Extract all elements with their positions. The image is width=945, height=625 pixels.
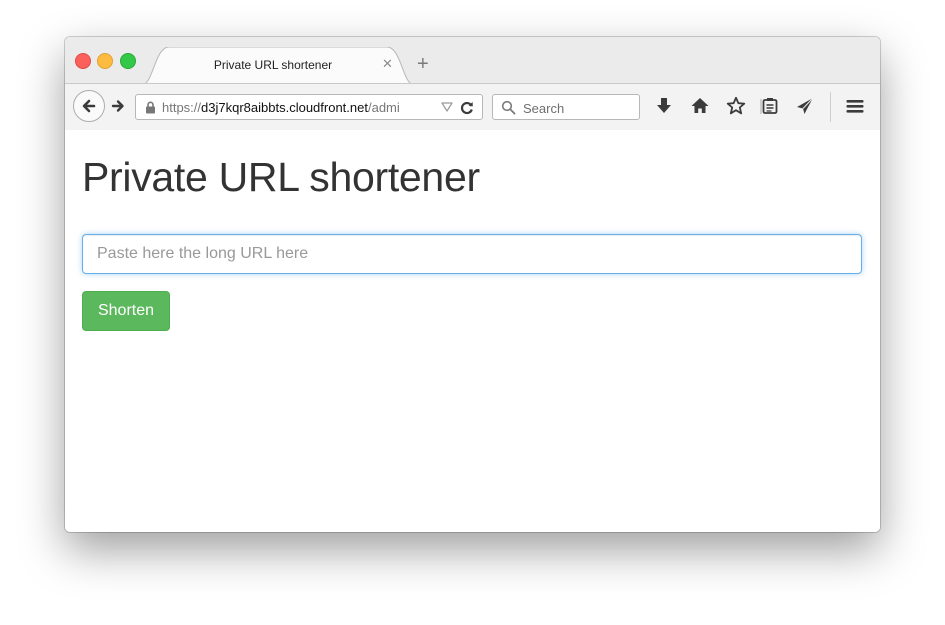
address-bar[interactable]: https://d3j7kqr8aibbts.cloudfront.net/ad… (135, 94, 483, 120)
toolbar-separator (830, 92, 831, 122)
navigation-toolbar: https://d3j7kqr8aibbts.cloudfront.net/ad… (65, 83, 880, 131)
forward-arrow-icon (111, 100, 124, 112)
url-host: d3j7kqr8aibbts.cloudfront.net (201, 100, 368, 115)
window-close-button[interactable] (75, 53, 91, 69)
url-path: /admi (367, 100, 400, 115)
tab-title[interactable]: Private URL shortener (163, 58, 383, 72)
download-icon[interactable] (655, 96, 673, 116)
search-placeholder: Search (523, 101, 565, 116)
search-icon (501, 100, 516, 115)
tab-close-icon[interactable]: ✕ (382, 56, 393, 72)
home-icon[interactable] (690, 96, 710, 116)
back-arrow-icon (82, 99, 96, 113)
window-maximize-button[interactable] (120, 53, 136, 69)
back-button[interactable] (73, 90, 105, 122)
long-url-input[interactable] (82, 234, 862, 274)
new-tab-icon[interactable]: + (417, 54, 429, 74)
reload-icon[interactable] (459, 100, 475, 116)
window-minimize-button[interactable] (97, 53, 113, 69)
history-dropdown-icon[interactable] (441, 102, 453, 112)
search-box[interactable]: Search (492, 94, 640, 120)
forward-button[interactable] (103, 94, 133, 118)
page-title: Private URL shortener (82, 154, 480, 200)
reading-list-icon[interactable] (759, 96, 779, 116)
bookmark-star-icon[interactable] (726, 96, 746, 116)
tab-bar: Private URL shortener ✕ + (65, 37, 880, 84)
shorten-button[interactable]: Shorten (82, 291, 170, 331)
url-scheme: https:// (162, 100, 202, 115)
lock-icon (146, 101, 155, 114)
share-icon[interactable] (795, 96, 815, 116)
page-content: Private URL shortener Shorten (65, 130, 880, 532)
url-text[interactable]: https://d3j7kqr8aibbts.cloudfront.net/ad… (162, 100, 438, 115)
browser-window: Private URL shortener ✕ + https://d3j7kq… (65, 37, 880, 532)
menu-icon[interactable] (845, 96, 865, 116)
